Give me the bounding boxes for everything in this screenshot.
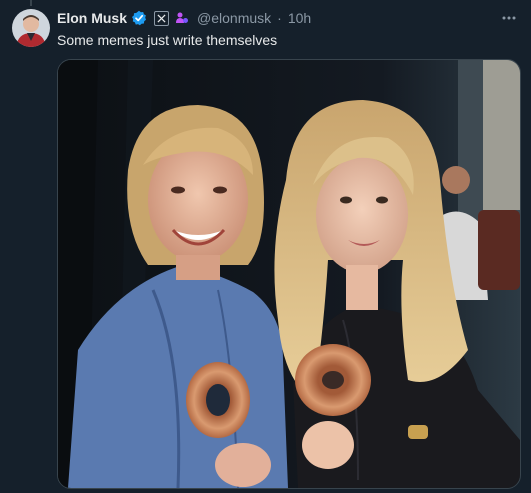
author-handle[interactable]: @elonmusk bbox=[197, 10, 271, 26]
avatar[interactable] bbox=[12, 9, 50, 47]
more-options-icon[interactable] bbox=[499, 8, 519, 28]
tweet-image[interactable] bbox=[57, 59, 521, 489]
timestamp[interactable]: 10h bbox=[288, 10, 311, 26]
x-logo-icon bbox=[154, 10, 170, 26]
tweet-text: Some memes just write themselves bbox=[57, 32, 278, 48]
tweet[interactable]: Elon Musk @elonmusk · 10h Some memes jus… bbox=[0, 0, 531, 493]
verified-badge-icon bbox=[131, 10, 147, 26]
tweet-header: Elon Musk @elonmusk · 10h bbox=[57, 9, 311, 27]
affiliation-icon bbox=[175, 11, 189, 25]
author-name[interactable]: Elon Musk bbox=[57, 10, 127, 26]
thread-line bbox=[30, 0, 32, 6]
separator-dot: · bbox=[277, 10, 282, 26]
